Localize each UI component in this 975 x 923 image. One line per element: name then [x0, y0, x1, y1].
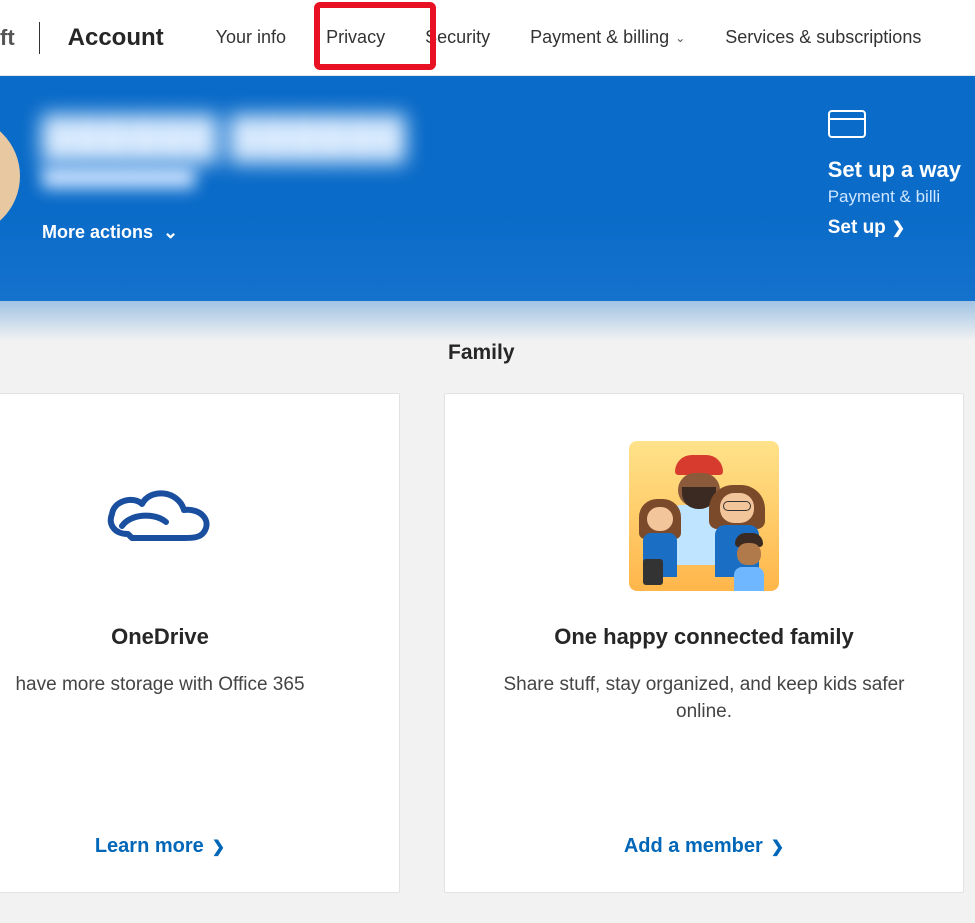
onedrive-icon [100, 476, 220, 556]
card-title: OneDrive [111, 624, 209, 650]
nav-item-label: Services & subscriptions [725, 27, 921, 48]
chevron-down-icon: ⌄ [675, 31, 685, 45]
setup-link[interactable]: Set up ❯ [828, 217, 961, 239]
section-title-fragment: ns [0, 341, 400, 365]
card-icon-slot [100, 436, 220, 596]
nav-item-label: Payment & billing [530, 27, 669, 48]
card-onedrive: OneDrive have more storage with Office 3… [0, 393, 400, 893]
nav-services-subscriptions[interactable]: Services & subscriptions [705, 5, 941, 70]
family-person-kid [735, 533, 763, 591]
profile-email-redacted: ████████████ [42, 167, 406, 188]
setup-link-label: Set up [828, 217, 886, 239]
more-actions-label: More actions [42, 222, 153, 243]
learn-more-link[interactable]: Learn more ❯ [95, 835, 225, 864]
profile-name-redacted: ██████ ██████ [42, 116, 406, 161]
card-link-label: Add a member [624, 835, 763, 858]
nav-payment-billing[interactable]: Payment & billing ⌄ [510, 5, 705, 70]
chevron-right-icon: ❯ [212, 837, 225, 857]
avatar [0, 116, 20, 236]
nav-security[interactable]: Security [405, 5, 510, 70]
section-subscriptions: ns OneDrive have more storage with Offic… [0, 341, 400, 893]
add-member-link[interactable]: Add a member ❯ [624, 835, 784, 864]
chevron-down-icon: ⌄ [163, 222, 178, 243]
card-desc: have more storage with Office 365 [9, 672, 310, 699]
setup-subtitle: Payment & billi [828, 187, 961, 207]
card-desc: Share stuff, stay organized, and keep ki… [473, 672, 935, 725]
setup-payment-card: Set up a way Payment & billi Set up ❯ [828, 110, 961, 239]
nav-item-label: Security [425, 27, 490, 48]
setup-title: Set up a way [828, 157, 961, 183]
nav-divider [39, 22, 40, 54]
card-icon-slot [629, 436, 779, 596]
hero-fade [0, 301, 975, 341]
profile-area: ██████ ██████ ████████████ More actions … [42, 116, 406, 243]
card-link-label: Learn more [95, 835, 204, 858]
chevron-right-icon: ❯ [771, 837, 784, 857]
nav-your-info[interactable]: Your info [196, 5, 306, 70]
nav-title[interactable]: Account [68, 24, 164, 52]
more-actions-button[interactable]: More actions ⌄ [42, 222, 406, 243]
sections-row: ns OneDrive have more storage with Offic… [0, 341, 975, 893]
nav-privacy[interactable]: Privacy [306, 5, 405, 70]
section-title: Family [448, 341, 964, 365]
hero-banner: ██████ ██████ ████████████ More actions … [0, 76, 975, 301]
credit-card-icon [828, 110, 866, 138]
brand-fragment: ft [0, 25, 15, 51]
family-illustration [629, 441, 779, 591]
nav-item-label: Your info [216, 27, 286, 48]
section-family: Family One happy [444, 341, 964, 893]
top-nav: ft Account Your info Privacy Security Pa… [0, 0, 975, 76]
card-title: One happy connected family [554, 624, 854, 650]
card-family: One happy connected family Share stuff, … [444, 393, 964, 893]
nav-item-label: Privacy [326, 27, 385, 48]
family-person-girl [639, 499, 681, 585]
chevron-right-icon: ❯ [892, 218, 905, 238]
